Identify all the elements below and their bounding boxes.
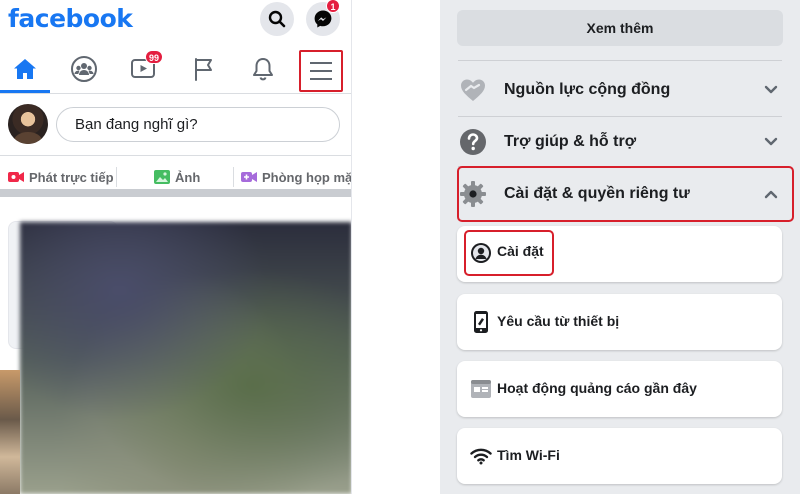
home-icon — [14, 59, 36, 79]
section-divider — [458, 60, 782, 61]
facebook-logo[interactable]: facebook — [8, 4, 133, 33]
section-community-label: Nguồn lực cộng đồng — [504, 81, 671, 98]
search-icon — [268, 10, 286, 28]
search-button[interactable] — [260, 2, 294, 36]
action-divider — [116, 167, 117, 187]
facebook-home-screen: facebook 1 99 Bạn đang nghĩ gì? Phát trự… — [0, 0, 352, 494]
tab-home[interactable] — [0, 46, 50, 93]
room-button[interactable]: Phòng họp mặt — [241, 165, 352, 189]
phone-device-icon — [469, 310, 493, 334]
feed-image-edge — [0, 370, 20, 494]
avatar[interactable] — [8, 104, 48, 144]
chevron-down-icon — [764, 137, 778, 146]
active-tab-indicator — [0, 90, 50, 93]
tab-pages[interactable] — [179, 46, 229, 92]
menu-button-highlighted[interactable] — [299, 50, 343, 92]
chevron-down-icon — [764, 85, 778, 94]
messenger-button[interactable]: 1 — [306, 0, 340, 36]
post-composer: Bạn đang nghĩ gì? — [0, 94, 351, 156]
groups-icon — [71, 56, 97, 82]
composer-actions: Phát trực tiếp Ảnh Phòng họp mặt — [0, 157, 352, 197]
tab-groups[interactable] — [59, 46, 109, 92]
status-input[interactable]: Bạn đang nghĩ gì? — [56, 107, 340, 142]
facebook-menu-screen: Xem thêm Nguồn lực cộng đồng Trợ giúp & … — [440, 0, 800, 494]
ad-activity-icon — [469, 377, 493, 401]
menu-item-ad-activity[interactable]: Hoạt động quảng cáo gần đây — [457, 361, 782, 417]
messenger-badge: 1 — [326, 0, 340, 13]
wifi-icon — [469, 444, 493, 468]
screenshot-composite: facebook 1 99 Bạn đang nghĩ gì? Phát trự… — [0, 0, 800, 494]
settings-privacy-highlight — [457, 166, 794, 222]
menu-item-device-requests-label: Yêu cầu từ thiết bị — [497, 313, 620, 329]
photo-button[interactable]: Ảnh — [154, 165, 200, 189]
blurred-feed-content — [20, 222, 351, 494]
menu-item-find-wifi-label: Tìm Wi-Fi — [497, 447, 560, 463]
menu-item-ad-activity-label: Hoạt động quảng cáo gần đây — [497, 380, 697, 396]
handshake-heart-icon — [458, 75, 488, 105]
live-video-label: Phát trực tiếp — [29, 169, 114, 185]
tab-notifications[interactable] — [238, 46, 288, 92]
room-label: Phòng họp mặt — [262, 169, 352, 185]
live-video-button[interactable]: Phát trực tiếp — [8, 165, 114, 189]
video-room-icon — [241, 172, 257, 182]
action-divider — [233, 167, 234, 187]
menu-item-device-requests[interactable]: Yêu cầu từ thiết bị — [457, 294, 782, 350]
photo-label: Ảnh — [175, 169, 201, 185]
help-question-icon — [458, 127, 488, 157]
tab-watch[interactable]: 99 — [119, 46, 169, 92]
pages-flag-icon — [195, 58, 212, 81]
notifications-bell-icon — [253, 58, 273, 81]
menu-item-find-wifi[interactable]: Tìm Wi-Fi — [457, 428, 782, 484]
section-help-label: Trợ giúp & hỗ trợ — [504, 133, 637, 150]
see-more-button[interactable]: Xem thêm — [457, 10, 783, 46]
photo-icon — [154, 170, 170, 184]
watch-badge: 99 — [145, 50, 164, 64]
section-community-resources[interactable]: Nguồn lực cộng đồng — [440, 64, 800, 116]
section-help-support[interactable]: Trợ giúp & hỗ trợ — [440, 116, 800, 168]
menu-hamburger-icon — [310, 62, 332, 80]
settings-item-highlight — [464, 230, 554, 276]
live-video-icon — [8, 172, 24, 182]
